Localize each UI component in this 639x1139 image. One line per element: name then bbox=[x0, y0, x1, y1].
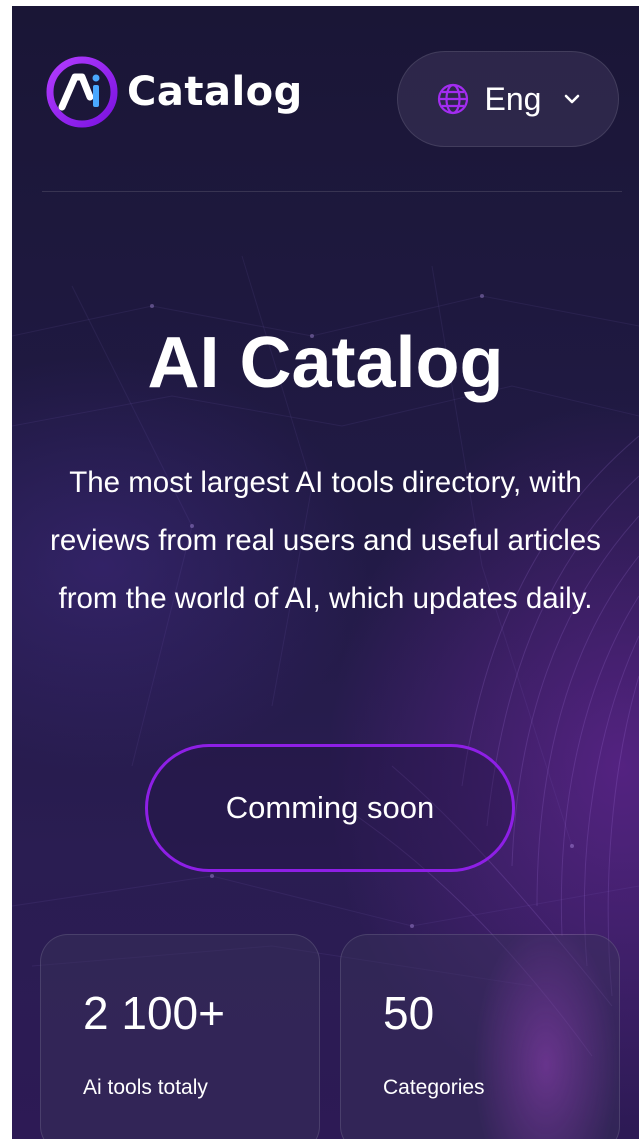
stat-value: 2 100+ bbox=[83, 987, 225, 1039]
stat-card-categories: 50 Categories bbox=[340, 934, 620, 1139]
stat-label: Ai tools totaly bbox=[83, 1076, 208, 1099]
language-selector[interactable]: Eng bbox=[397, 51, 619, 147]
stat-value: 50 bbox=[383, 987, 435, 1039]
stat-label: Categories bbox=[383, 1076, 485, 1099]
coming-soon-button[interactable]: Comming soon bbox=[145, 744, 515, 872]
ai-logo-icon bbox=[46, 56, 118, 128]
site-header: Catalog Eng bbox=[12, 6, 639, 192]
stat-card-tools: 2 100+ Ai tools totaly bbox=[40, 934, 320, 1139]
logo-text: Catalog bbox=[127, 69, 303, 115]
landing-page: Catalog Eng AI Catalog The most largest … bbox=[12, 6, 639, 1139]
hero-description: The most largest AI tools directory, wit… bbox=[50, 466, 601, 615]
language-label: Eng bbox=[484, 80, 542, 117]
logo[interactable]: Catalog bbox=[45, 52, 303, 132]
header-divider bbox=[42, 191, 622, 192]
chevron-down-icon bbox=[565, 94, 580, 104]
globe-icon bbox=[437, 83, 468, 115]
page-title: AI Catalog bbox=[147, 323, 504, 403]
